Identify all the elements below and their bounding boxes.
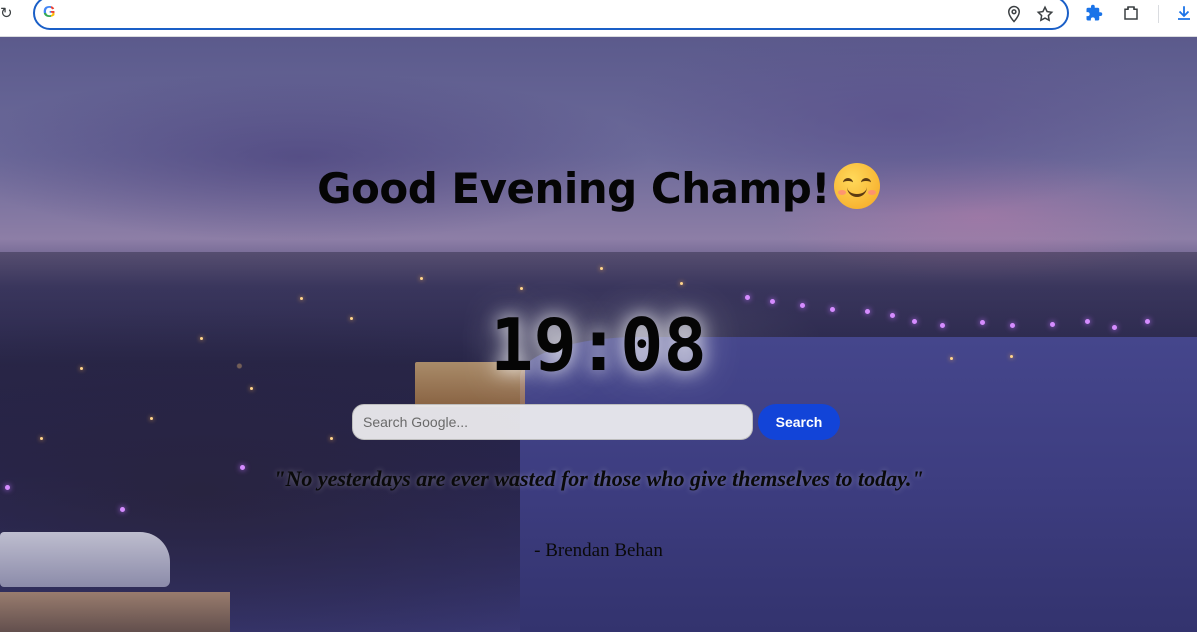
star-icon[interactable] [1036, 5, 1054, 23]
quote-author: - Brendan Behan [534, 540, 663, 561]
google-icon: G [43, 5, 59, 21]
search-button[interactable]: Search [758, 404, 840, 440]
clock-display: 19:08 [490, 303, 707, 387]
download-icon[interactable] [1175, 4, 1193, 22]
toolbar-divider [1158, 5, 1159, 23]
browser-toolbar: ↻ G [0, 0, 1197, 37]
quote-text: "No yesterdays are ever wasted for those… [273, 466, 924, 491]
reload-icon[interactable]: ↻ [0, 6, 16, 22]
pier [0, 592, 230, 632]
puzzle-icon[interactable] [1085, 4, 1103, 22]
search-form: Search [352, 404, 842, 442]
address-bar[interactable]: G [33, 0, 1069, 30]
search-input[interactable] [352, 404, 753, 440]
location-pin-icon[interactable] [1005, 5, 1023, 23]
smiling-face-icon [833, 163, 880, 209]
greeting-text: Good Evening Champ! [317, 164, 830, 213]
greeting-heading: Good Evening Champ! [0, 163, 1197, 213]
frame-icon[interactable] [1122, 4, 1140, 22]
